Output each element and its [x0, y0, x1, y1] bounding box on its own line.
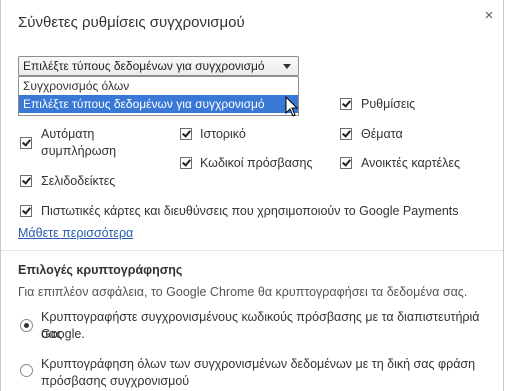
checkbox-autofill[interactable]	[20, 137, 32, 149]
dropdown-option-sync-all[interactable]: Συγχρονισμός όλων	[19, 77, 298, 95]
chevron-down-icon	[283, 64, 291, 69]
label-settings: Ρυθμίσεις	[361, 97, 416, 111]
label-autofill-line1: Αυτόματη	[41, 127, 95, 141]
checkbox-payments[interactable]	[20, 205, 32, 217]
dropdown-option-choose-types[interactable]: Επιλέξτε τύπους δεδομένων για συγχρονισμ…	[19, 95, 298, 113]
checkbox-history[interactable]	[180, 128, 192, 140]
checkbox-themes[interactable]	[340, 128, 352, 140]
encryption-section-title: Επιλογές κρυπτογράφησης	[18, 263, 183, 277]
checkbox-open-tabs[interactable]	[340, 157, 352, 169]
label-bookmarks: Σελιδοδείκτες	[41, 174, 116, 188]
radio-encrypt-all-passphrase[interactable]	[20, 364, 33, 377]
checkbox-settings[interactable]	[340, 98, 352, 110]
dialog-title: Σύνθετες ρυθμίσεις συγχρονισμού	[18, 14, 245, 31]
sync-type-select[interactable]: Επιλέξτε τύπους δεδομένων για συγχρονισμ…	[18, 56, 299, 76]
close-icon[interactable]: ×	[481, 8, 497, 24]
label-payments: Πιστωτικές κάρτες και διευθύνσεις που χρ…	[41, 204, 459, 218]
radio-encrypt-all-label-line2: πρόσβασης συγχρονισμού	[41, 374, 190, 388]
label-autofill-line2: συμπλήρωση	[41, 144, 117, 158]
checkbox-passwords[interactable]	[180, 157, 192, 169]
sync-type-select-value: Επιλέξτε τύπους δεδομένων για συγχρονισμ…	[23, 59, 265, 73]
radio-encrypt-all-label-line1: Κρυπτογράφηση όλων των συγχρονισμένων δε…	[41, 357, 476, 371]
learn-more-link[interactable]: Μάθετε περισσότερα	[18, 226, 133, 240]
radio-encrypt-passwords-label-line1: Κρυπτογραφήστε συγχρονισμένους κωδικούς …	[41, 310, 480, 341]
label-open-tabs: Ανοικτές καρτέλες	[361, 156, 460, 170]
encryption-description: Για επιπλέον ασφάλεια, το Google Chrome …	[18, 285, 468, 299]
radio-encrypt-passwords-label-line2: Google.	[41, 327, 85, 341]
label-history: Ιστορικό	[200, 127, 246, 141]
sync-type-dropdown-list: Συγχρονισμός όλων Επιλέξτε τύπους δεδομέ…	[18, 76, 299, 116]
checkbox-bookmarks[interactable]	[20, 175, 32, 187]
label-themes: Θέματα	[361, 127, 403, 141]
radio-encrypt-passwords[interactable]	[20, 319, 33, 332]
section-divider	[1, 250, 503, 251]
advanced-sync-settings-dialog: Σύνθετες ρυθμίσεις συγχρονισμού × Επιλέξ…	[0, 0, 504, 391]
mouse-pointer-icon	[285, 96, 299, 117]
label-passwords: Κωδικοί πρόσβασης	[200, 156, 313, 170]
